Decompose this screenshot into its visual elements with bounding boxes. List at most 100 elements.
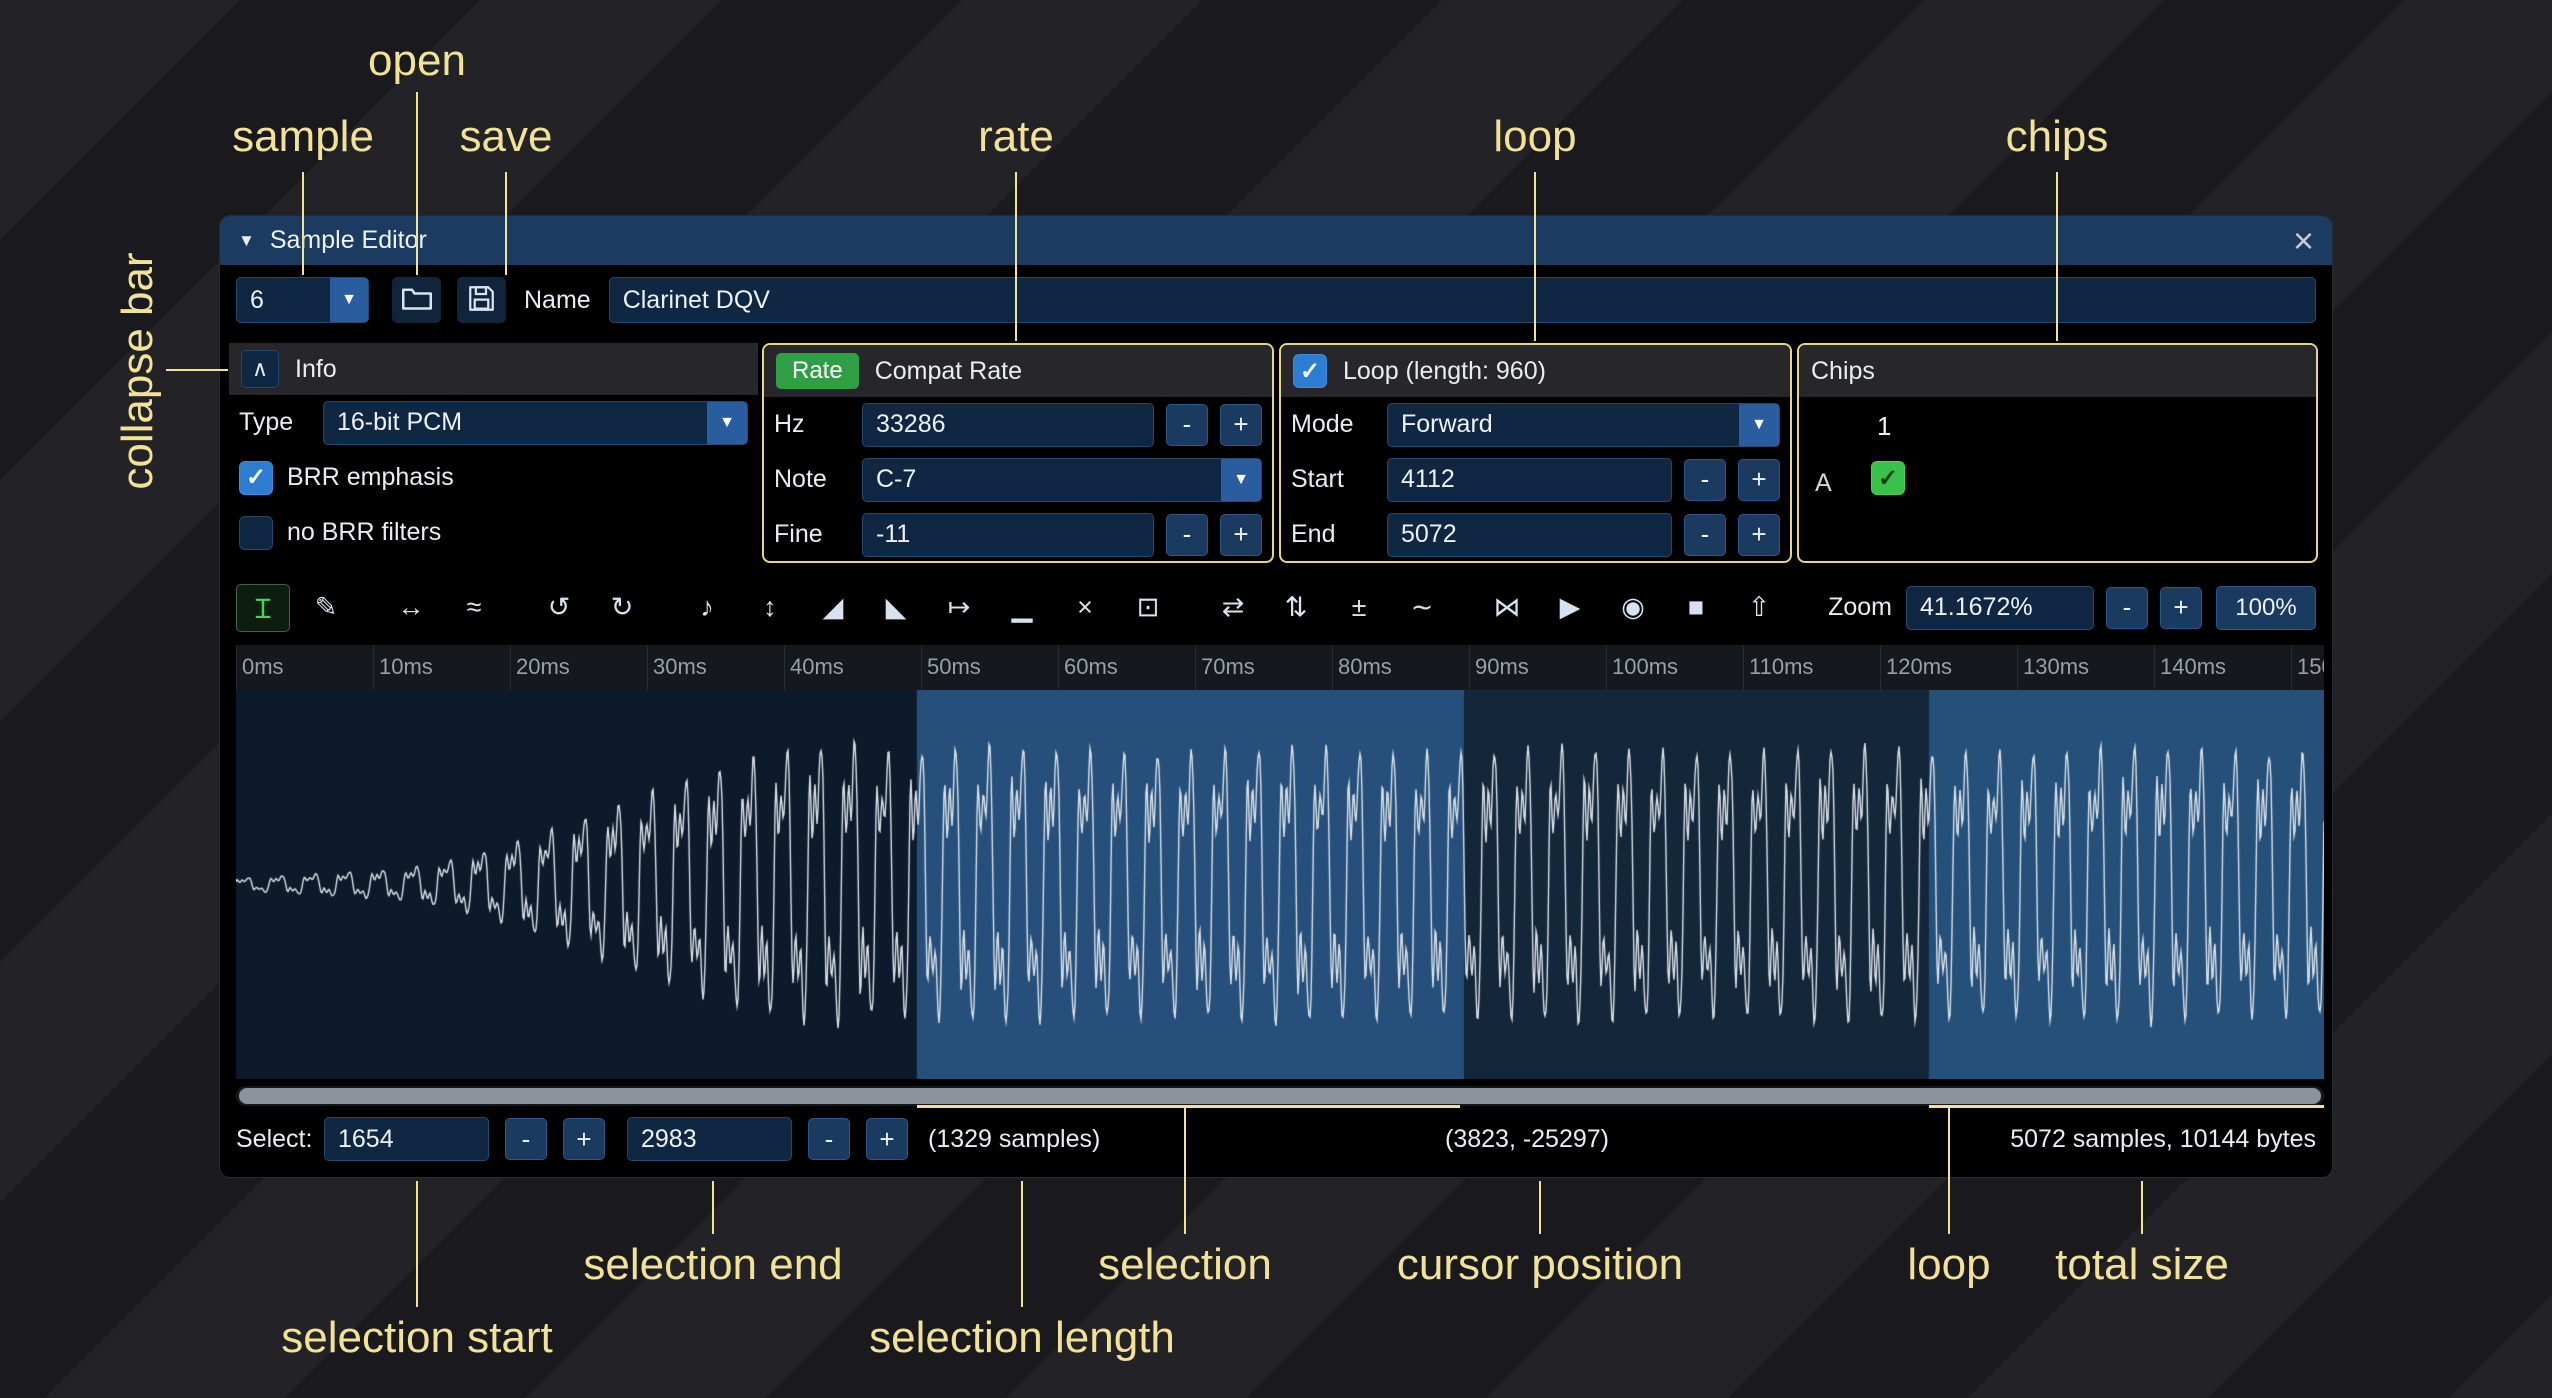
brr-emphasis-label: BRR emphasis (287, 463, 454, 492)
crossfade-loop-button[interactable]: ⋈ (1480, 584, 1534, 632)
annotation-total-size: total size (2055, 1240, 2229, 1290)
draw-pencil-button[interactable]: ✎ (299, 584, 353, 632)
selection-end-value: 2983 (628, 1125, 697, 1154)
sample-number-select[interactable]: 6 ▼ (236, 277, 369, 323)
open-sample-button[interactable] (392, 277, 441, 323)
zoom-in-button[interactable]: + (2160, 587, 2202, 629)
selection-end-input[interactable]: 2983 (627, 1117, 792, 1161)
rate-panel: Rate Compat Rate Hz 33286 - + Note C-7 ▼ (762, 343, 1274, 563)
ruler-label: 30ms (653, 654, 707, 680)
fade-out-button[interactable]: ◣ (869, 584, 923, 632)
collapse-bar-button[interactable]: ∧ (241, 350, 279, 388)
cursor-position-text: (3823, -25297) (1445, 1125, 1609, 1154)
ruler-label: 140ms (2160, 654, 2226, 680)
waveform-view[interactable] (236, 690, 2324, 1079)
zoom-input[interactable]: 41.1672% (1906, 586, 2094, 630)
hz-input[interactable]: 33286 (862, 403, 1154, 447)
preview-button[interactable]: ▶ (1543, 584, 1597, 632)
resample-button[interactable]: ≈ (447, 584, 501, 632)
chips-panel-title: Chips (1811, 357, 1875, 386)
trim-button[interactable]: ⊡ (1121, 584, 1175, 632)
selection-start-increase-button[interactable]: + (563, 1118, 605, 1160)
loop-mode-label: Mode (1291, 410, 1387, 439)
note-select[interactable]: C-7 ▼ (862, 458, 1262, 502)
fine-increase-button[interactable]: + (1220, 514, 1262, 556)
fade-in-button[interactable]: ◢ (806, 584, 860, 632)
delete-button[interactable]: × (1058, 584, 1112, 632)
play-cursor-button[interactable]: ◉ (1606, 584, 1660, 632)
loop-panel-header: ✓ Loop (length: 960) (1281, 345, 1790, 397)
redo-button[interactable]: ↻ (595, 584, 649, 632)
zoom-out-button[interactable]: - (2106, 587, 2148, 629)
loop-mode-select[interactable]: Forward ▼ (1387, 403, 1780, 447)
selection-start-input[interactable]: 1654 (324, 1117, 489, 1161)
waveform-canvas[interactable] (236, 690, 2324, 1079)
annotation-selection-end: selection end (583, 1240, 842, 1290)
normalize-button[interactable]: ↕ (743, 584, 797, 632)
annotation-line-total-size (2141, 1181, 2143, 1234)
ruler-tick (1469, 645, 1470, 690)
brr-emphasis-checkbox[interactable]: ✓ (239, 461, 273, 495)
ruler-label: 130ms (2023, 654, 2089, 680)
sample-name-value: Clarinet DQV (610, 286, 770, 315)
folder-open-icon (402, 286, 432, 314)
undo-button[interactable]: ↺ (532, 584, 586, 632)
waveform-scrollbar[interactable] (236, 1086, 2324, 1106)
reverse-button[interactable]: ⇄ (1206, 584, 1260, 632)
hz-decrease-button[interactable]: - (1166, 404, 1208, 446)
edit-mode-button[interactable]: Ɪ (236, 584, 290, 632)
loop-start-input[interactable]: 4112 (1387, 458, 1672, 502)
loop-end-decrease-button[interactable]: - (1684, 514, 1726, 556)
close-icon[interactable]: × (2293, 223, 2314, 259)
selection-end-decrease-button[interactable]: - (808, 1118, 850, 1160)
selection-end-increase-button[interactable]: + (866, 1118, 908, 1160)
chevron-down-icon[interactable]: ▼ (707, 402, 747, 444)
titlebar[interactable]: ▼ Sample Editor × (220, 216, 2332, 265)
rate-panel-title: Compat Rate (875, 357, 1022, 386)
loop-enable-checkbox[interactable]: ✓ (1293, 354, 1327, 388)
loop-end-input[interactable]: 5072 (1387, 513, 1672, 557)
zoom-reset-button[interactable]: 100% (2216, 586, 2316, 630)
sample-type-select[interactable]: 16-bit PCM ▼ (323, 401, 748, 445)
resize-button[interactable]: ↔ (384, 584, 438, 632)
loop-end-increase-button[interactable]: + (1738, 514, 1780, 556)
zoom-value: 41.1672% (1907, 593, 2033, 622)
filter-button[interactable]: ∼ (1395, 584, 1449, 632)
rate-badge-button[interactable]: Rate (776, 353, 859, 389)
chevron-down-icon[interactable]: ▼ (1739, 404, 1779, 446)
no-brr-filters-checkbox[interactable] (239, 516, 273, 550)
window-collapse-triangle-icon[interactable]: ▼ (238, 231, 255, 251)
create-instrument-button[interactable]: ⇧ (1732, 584, 1786, 632)
scrollbar-thumb[interactable] (239, 1088, 2321, 1104)
timeline-ruler[interactable]: 0ms10ms20ms30ms40ms50ms60ms70ms80ms90ms1… (236, 645, 2324, 690)
ruler-label: 120ms (1886, 654, 1952, 680)
annotation-line-rate (1015, 172, 1017, 341)
selection-start-decrease-button[interactable]: - (505, 1118, 547, 1160)
sample-name-input[interactable]: Clarinet DQV (609, 277, 2316, 323)
chip-index-label: 1 (1877, 411, 1891, 442)
fine-input[interactable]: -11 (862, 513, 1154, 557)
hz-increase-button[interactable]: + (1220, 404, 1262, 446)
loop-panel-title: Loop (length: 960) (1343, 357, 1546, 386)
stop-button[interactable]: ■ (1669, 584, 1723, 632)
fine-decrease-button[interactable]: - (1166, 514, 1208, 556)
invert-button[interactable]: ⇅ (1269, 584, 1323, 632)
chip-enable-checkbox[interactable]: ✓ (1871, 461, 1905, 495)
insert-silence-button[interactable]: ↦ (932, 584, 986, 632)
chevron-down-icon[interactable]: ▼ (1221, 459, 1261, 501)
apply-silence-button[interactable]: ▁ (995, 584, 1049, 632)
no-brr-filters-label: no BRR filters (287, 518, 441, 547)
ruler-label: 60ms (1064, 654, 1118, 680)
save-sample-button[interactable] (457, 277, 506, 323)
ruler-tick (2017, 645, 2018, 690)
ruler-label: 20ms (516, 654, 570, 680)
amplify-button[interactable]: ♪ (680, 584, 734, 632)
loop-start-increase-button[interactable]: + (1738, 459, 1780, 501)
loop-start-decrease-button[interactable]: - (1684, 459, 1726, 501)
sign-invert-button[interactable]: ± (1332, 584, 1386, 632)
chevron-down-icon[interactable]: ▼ (330, 278, 368, 322)
ruler-label: 40ms (790, 654, 844, 680)
sample-number-value: 6 (237, 286, 264, 315)
info-panel-header[interactable]: ∧ Info (229, 343, 758, 395)
loop-end-label: End (1291, 520, 1387, 549)
